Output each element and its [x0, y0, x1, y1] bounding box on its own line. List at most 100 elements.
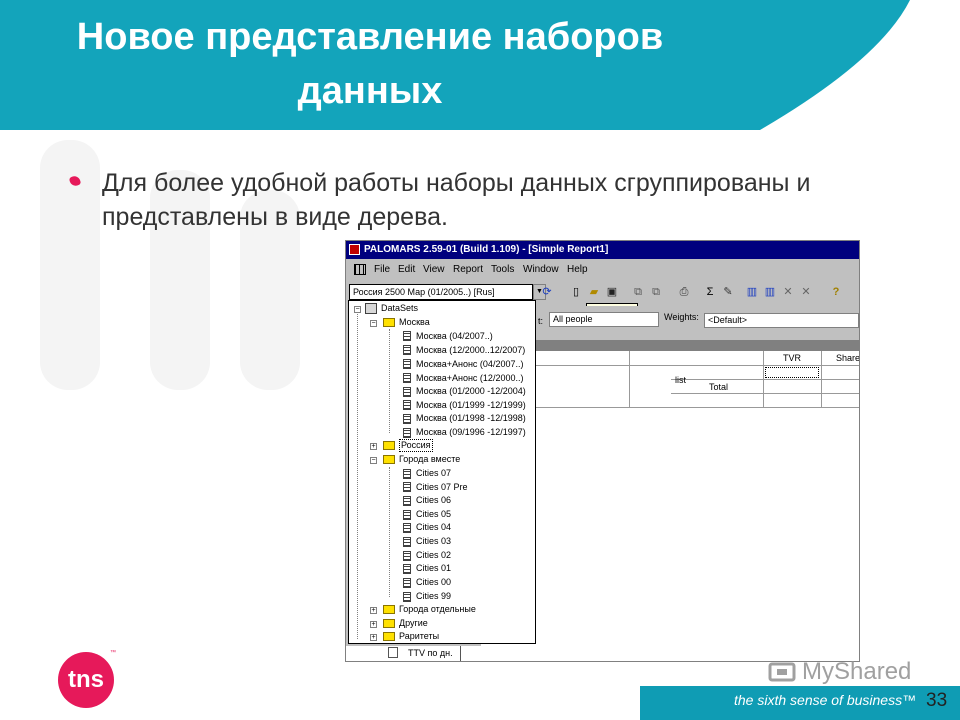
dataset-icon [403, 510, 411, 520]
mdi-window-icon[interactable] [354, 264, 366, 275]
grid-vline [629, 351, 630, 407]
tree-item[interactable]: Москва (04/2007..) [416, 330, 493, 343]
dataset-icon [403, 400, 411, 410]
dataset-combo[interactable]: Россия 2500 Мар (01/2005..) [Rus] [349, 284, 533, 300]
report-grid[interactable]: TVR Share list Total [481, 350, 860, 661]
splitter[interactable] [481, 340, 859, 350]
weights-field[interactable]: <Default> [704, 313, 859, 328]
folder-icon [383, 605, 395, 614]
bar-chart-2-icon[interactable]: ▥ [762, 284, 778, 300]
bar-chart-icon[interactable]: ▥ [744, 284, 760, 300]
copy-icon[interactable]: ⧉ [630, 284, 646, 300]
grid-selected-cell[interactable] [765, 367, 819, 378]
refresh-icon[interactable]: ⟳ [539, 284, 555, 300]
help-icon[interactable]: ? [828, 284, 844, 300]
menu-view[interactable]: View [423, 260, 445, 280]
window-status-bar: TTV по дн. [346, 646, 486, 661]
datasets-root-icon [365, 303, 377, 314]
menu-help[interactable]: Help [567, 260, 588, 280]
dataset-icon [403, 496, 411, 506]
expand-toggle[interactable]: − [370, 320, 377, 327]
menu-edit[interactable]: Edit [398, 260, 415, 280]
grid-col-share: Share [836, 353, 860, 363]
tree-group-selected[interactable]: Россия [399, 439, 433, 452]
tree-item[interactable]: Москва (01/1999 -12/1999) [416, 399, 526, 412]
folder-icon [383, 318, 395, 327]
tree-item[interactable]: Москва (09/1996 -12/1997) [416, 426, 526, 439]
tree-group[interactable]: Другие [399, 617, 428, 630]
app-icon [349, 244, 360, 255]
datasets-tree[interactable]: − DataSets − Москва Москва (04/2007..) М… [348, 300, 536, 644]
tree-item[interactable]: Cities 05 [416, 508, 451, 521]
status-divider [460, 646, 461, 661]
tree-item[interactable]: Москва+Анонс (12/2000..) [416, 372, 523, 385]
tree-item[interactable]: Москва (12/2000..12/2007) [416, 344, 525, 357]
tree-item[interactable]: Cities 00 [416, 576, 451, 589]
expand-toggle[interactable]: + [370, 607, 377, 614]
page-number: 33 [926, 690, 948, 711]
target-field[interactable]: All people [549, 312, 659, 327]
dataset-icon [403, 373, 411, 383]
dataset-icon [403, 469, 411, 479]
target-label: t: [538, 316, 544, 326]
folder-icon [383, 619, 395, 628]
tree-item[interactable]: Москва (01/1998 -12/1998) [416, 412, 526, 425]
expand-toggle[interactable]: + [370, 634, 377, 641]
dataset-icon [403, 523, 411, 533]
save-icon[interactable]: ▣ [604, 284, 620, 300]
delete-icon[interactable]: ✕ [780, 284, 796, 300]
window-title: PALOMARS 2.59-01 (Build 1.109) - [Simple… [364, 244, 609, 255]
tree-group[interactable]: Города отдельные [399, 603, 476, 616]
grid-hline [671, 379, 859, 380]
tree-item[interactable]: Cities 02 [416, 549, 451, 562]
tree-group[interactable]: Раритеты [399, 630, 439, 643]
menu-report[interactable]: Report [453, 260, 483, 280]
slide-header: Новое представление наборов данных [0, 0, 960, 130]
expand-toggle[interactable]: − [370, 457, 377, 464]
tns-logo: tns [58, 652, 114, 708]
close-icon[interactable]: ✕ [798, 284, 814, 300]
tree-item[interactable]: Cities 99 [416, 590, 451, 603]
tree-group[interactable]: Москва [399, 316, 430, 329]
paste-icon[interactable]: ⧉ [648, 284, 664, 300]
tree-item[interactable]: Москва (01/2000 -12/2004) [416, 385, 526, 398]
tree-item[interactable]: Cities 01 [416, 562, 451, 575]
tree-line [389, 467, 390, 597]
dataset-icon [403, 482, 411, 492]
myshared-logo-icon [768, 662, 796, 682]
expand-toggle[interactable]: + [370, 443, 377, 450]
print-icon[interactable]: ⎙ [676, 284, 692, 300]
tree-item[interactable]: Cities 06 [416, 494, 451, 507]
expand-toggle[interactable]: + [370, 621, 377, 628]
menu-file[interactable]: File [374, 260, 390, 280]
tree-item[interactable]: Cities 07 [416, 467, 451, 480]
myshared-watermark: MyShared [802, 658, 912, 685]
grid-hline [481, 365, 859, 366]
tree-group[interactable]: Города вместе [399, 453, 460, 466]
tree-item[interactable]: Москва+Анонс (04/2007..) [416, 358, 523, 371]
dataset-icon [403, 564, 411, 574]
dataset-icon [403, 414, 411, 424]
menu-window[interactable]: Window [523, 260, 559, 280]
slide-title: Новое представление наборов данных [0, 10, 740, 118]
trademark-mark: ™ [110, 650, 116, 656]
tree-item[interactable]: Cities 04 [416, 521, 451, 534]
grid-row-list: list [675, 375, 686, 385]
new-file-icon[interactable]: ▯ [568, 284, 584, 300]
edit-icon[interactable]: ✎ [720, 284, 736, 300]
status-item: TTV по дн. [408, 648, 453, 658]
expand-toggle[interactable]: − [354, 306, 361, 313]
open-folder-icon[interactable]: ▰ [586, 284, 602, 300]
tree-root[interactable]: DataSets [381, 302, 418, 315]
dataset-icon [403, 578, 411, 588]
tagline: the sixth sense of business™ [734, 692, 917, 708]
sum-icon[interactable]: Σ [702, 284, 718, 300]
dataset-icon [403, 387, 411, 397]
grid-row-total: Total [709, 382, 729, 392]
tree-item[interactable]: Cities 03 [416, 535, 451, 548]
grid-hline [481, 407, 859, 408]
tree-item[interactable]: Cities 07 Pre [416, 481, 468, 494]
title-line-1: Новое представление наборов [76, 16, 664, 58]
menu-tools[interactable]: Tools [491, 260, 514, 280]
dataset-icon [403, 331, 411, 341]
